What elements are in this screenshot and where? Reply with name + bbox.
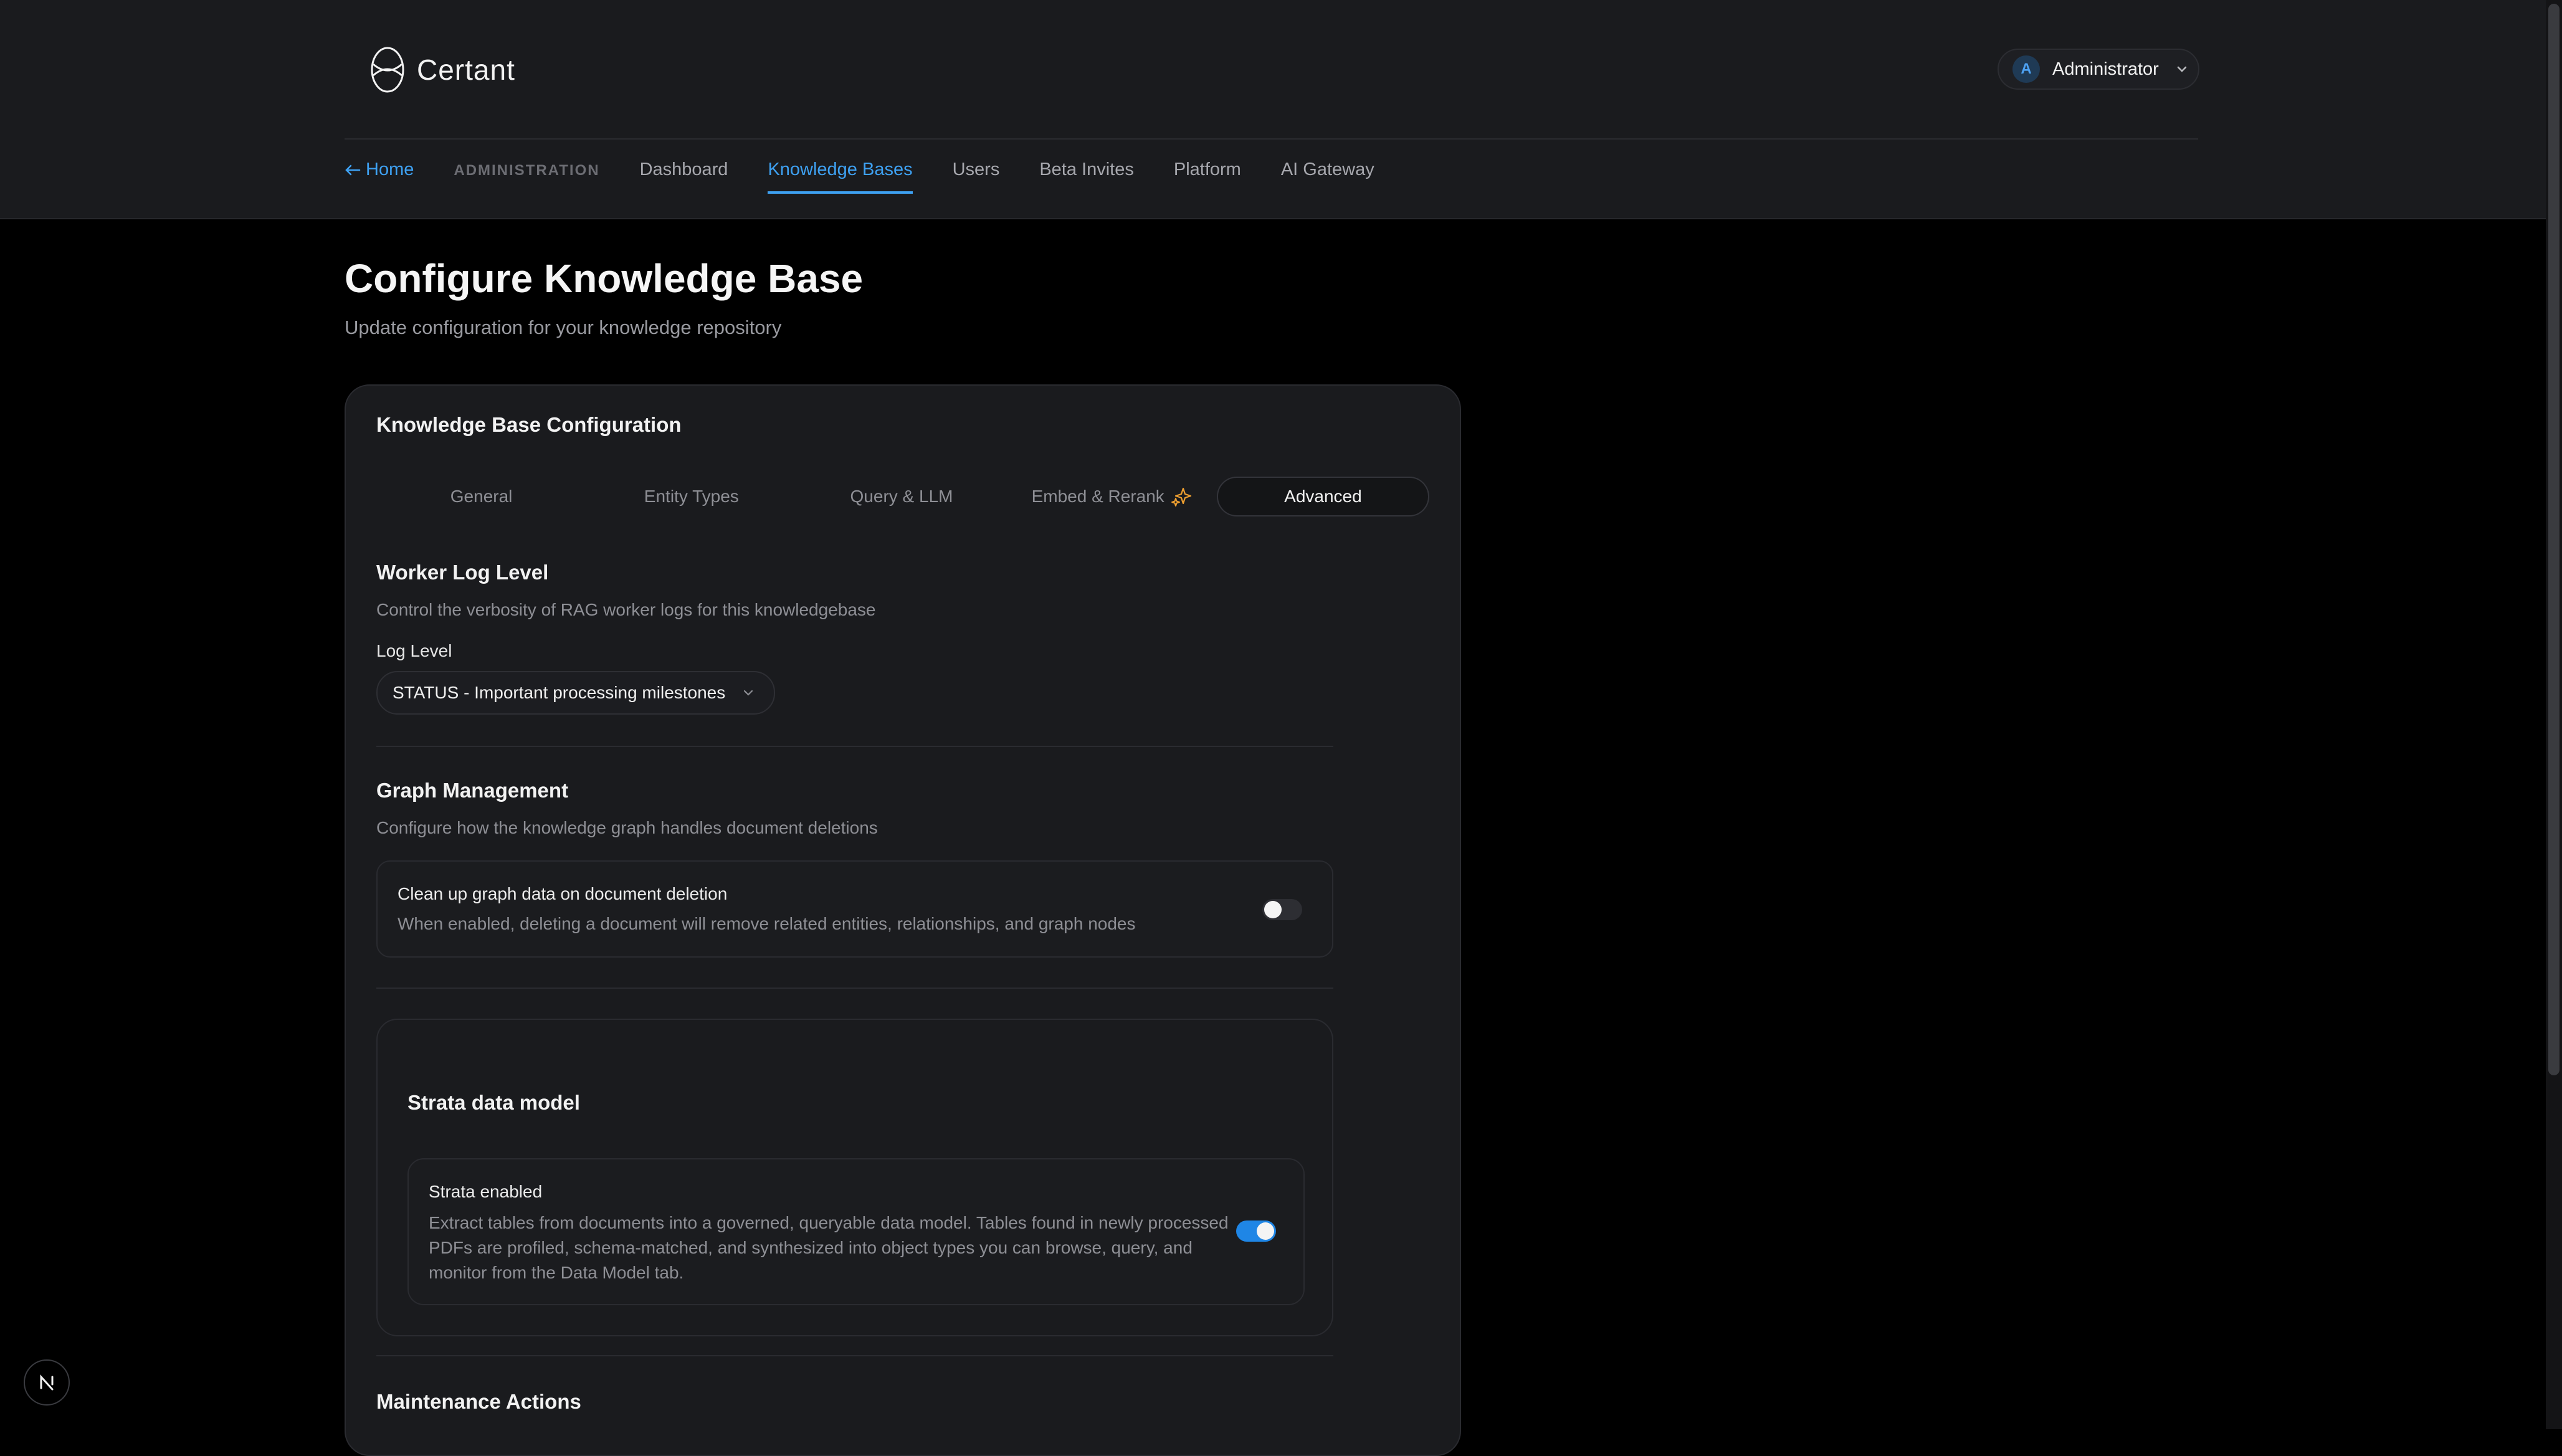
top-header: Certant A Administrator Home ADMINISTRAT… [0, 0, 2546, 219]
header-divider [345, 138, 2198, 140]
chevron-down-icon [744, 690, 753, 696]
strata-enabled-option: Strata enabled Extract tables from docum… [407, 1158, 1305, 1305]
graph-management-title: Graph Management [376, 779, 569, 802]
sparkle-icon [1171, 487, 1191, 507]
graph-cleanup-title: Clean up graph data on document deletion [398, 884, 728, 903]
graph-management-description: Configure how the knowledge graph handle… [376, 818, 878, 837]
section-divider [376, 987, 1333, 989]
card-title: Knowledge Base Configuration [376, 413, 682, 436]
nav-item-ai-gateway[interactable]: AI Gateway [1281, 159, 1374, 191]
page-subtitle: Update configuration for your knowledge … [345, 316, 782, 338]
strata-enabled-description: Extract tables from documents into a gov… [429, 1213, 1229, 1282]
scrollbar-thumb[interactable] [2548, 4, 2560, 1075]
brand-name: Certant [417, 54, 515, 86]
nav-home-label: Home [366, 159, 414, 179]
toggle-knob [1264, 901, 1282, 918]
next-dev-indicator-button[interactable] [24, 1359, 70, 1406]
nav-item-knowledge-bases[interactable]: Knowledge Bases [768, 159, 913, 194]
nav-item-platform[interactable]: Platform [1174, 159, 1241, 191]
user-menu-button[interactable]: A Administrator [1998, 49, 2199, 90]
worker-log-description: Control the verbosity of RAG worker logs… [376, 600, 876, 619]
maintenance-actions-title: Maintenance Actions [376, 1390, 581, 1413]
graph-cleanup-toggle[interactable] [1262, 899, 1302, 920]
n-logo-icon [40, 1374, 54, 1391]
log-level-label: Log Level [376, 641, 452, 660]
tab-entity-types[interactable]: Entity Types [586, 477, 796, 516]
strata-title: Strata data model [407, 1091, 580, 1114]
avatar: A [2012, 55, 2040, 83]
section-divider [376, 1355, 1333, 1356]
graph-cleanup-description: When enabled, deleting a document will r… [398, 914, 1136, 933]
strata-section: Strata data model Strata enabled Extract… [376, 1019, 1333, 1336]
nav-section-label: ADMINISTRATION [454, 162, 600, 179]
nav-item-users[interactable]: Users [953, 159, 1000, 191]
certant-logo-icon [371, 47, 404, 93]
tab-embed-rerank[interactable]: Embed & Rerank [1007, 477, 1217, 516]
brand[interactable]: Certant [369, 45, 515, 95]
tab-embed-rerank-label: Embed & Rerank [1031, 487, 1164, 506]
chevron-down-icon [2177, 66, 2187, 72]
arrow-left-icon [345, 164, 361, 175]
main-nav: Home ADMINISTRATION Dashboard Knowledge … [345, 159, 1414, 203]
config-card: Knowledge Base Configuration General Ent… [345, 384, 1461, 1456]
strata-enabled-title: Strata enabled [429, 1182, 543, 1201]
graph-cleanup-option: Clean up graph data on document deletion… [376, 860, 1333, 958]
tab-advanced[interactable]: Advanced [1216, 477, 1430, 516]
strata-enabled-toggle[interactable] [1236, 1220, 1276, 1242]
user-name: Administrator [2052, 59, 2159, 79]
nav-item-dashboard[interactable]: Dashboard [640, 159, 728, 191]
config-tabs: General Entity Types Query & LLM Embed &… [376, 477, 1430, 516]
page-title: Configure Knowledge Base [345, 256, 864, 301]
tab-query-llm[interactable]: Query & LLM [796, 477, 1006, 516]
toggle-knob [1257, 1222, 1274, 1240]
log-level-select[interactable]: STATUS - Important processing milestones [376, 671, 775, 715]
nav-home-link[interactable]: Home [345, 159, 414, 191]
nav-item-beta-invites[interactable]: Beta Invites [1039, 159, 1134, 191]
log-level-value: STATUS - Important processing milestones [393, 683, 726, 702]
worker-log-title: Worker Log Level [376, 561, 549, 584]
tab-general[interactable]: General [376, 477, 586, 516]
section-divider [376, 746, 1333, 747]
